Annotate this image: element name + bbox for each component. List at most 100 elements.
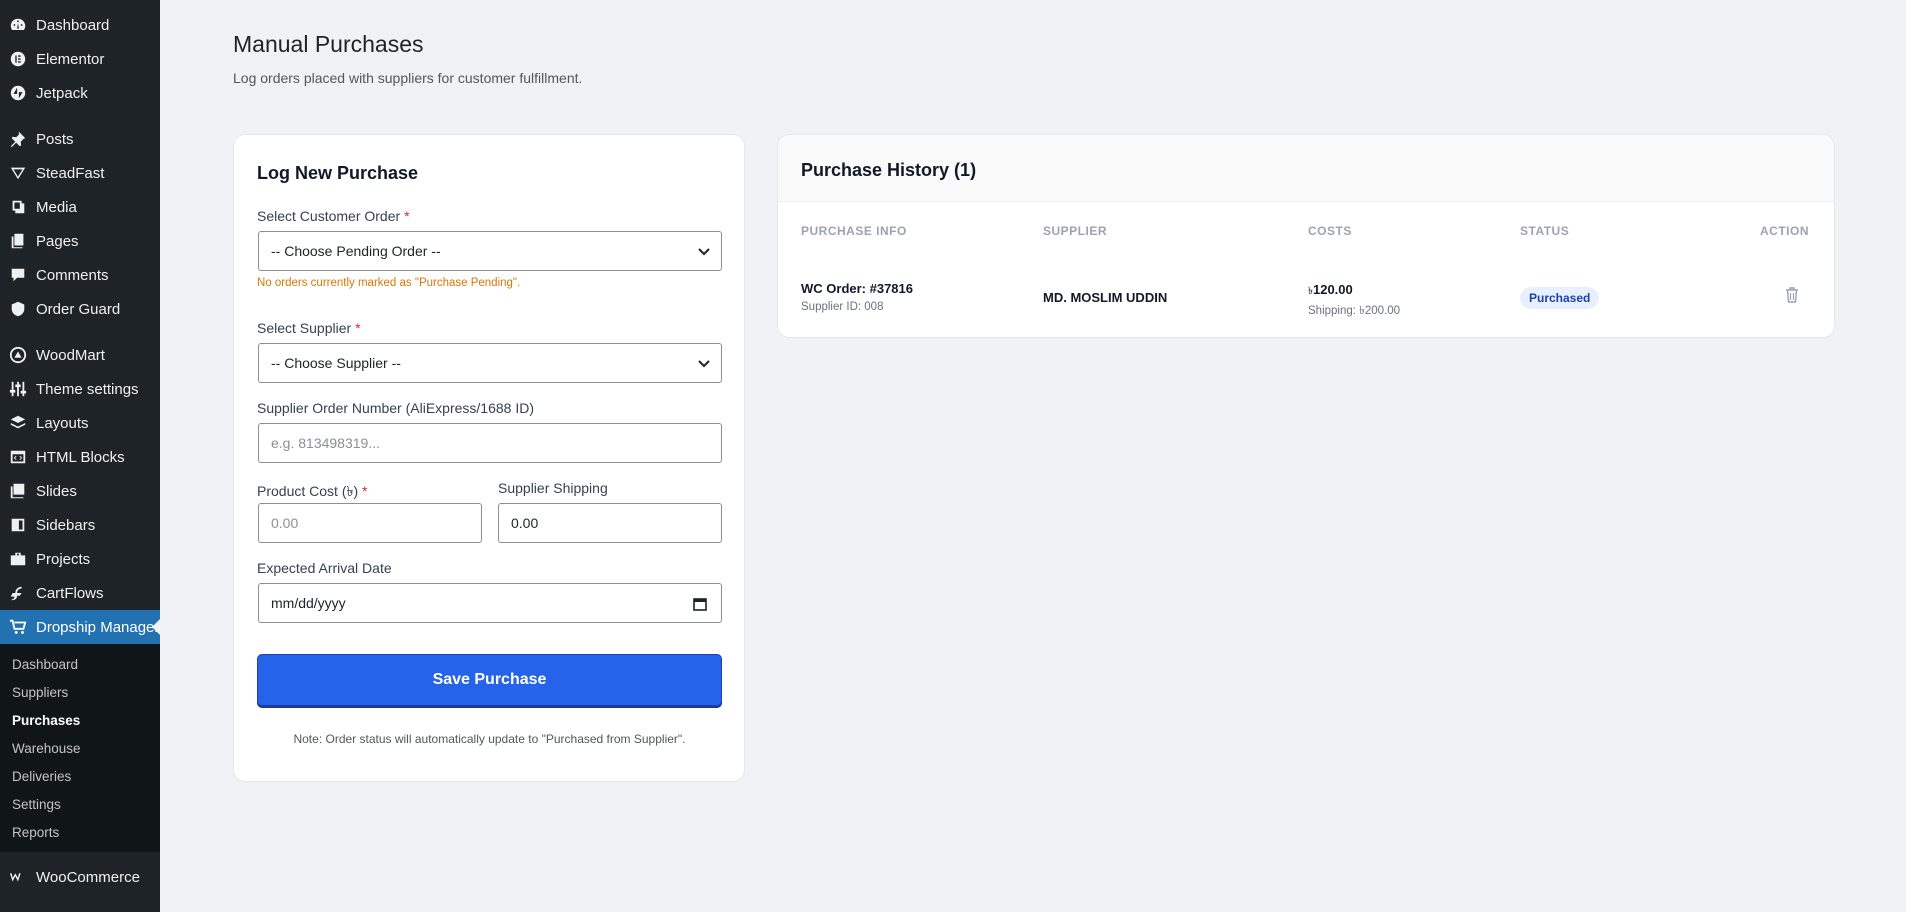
supplier-id: Supplier ID: 008	[801, 301, 884, 313]
menu-label: Elementor	[36, 50, 105, 68]
submenu-settings[interactable]: Settings	[0, 790, 160, 818]
arrival-date-input[interactable]: mm/dd/yyyy	[258, 583, 722, 623]
trash-icon[interactable]	[1783, 286, 1801, 304]
menu-label: Theme settings	[36, 380, 139, 398]
menu-label: Posts	[36, 130, 74, 148]
product-cost-placeholder: 0.00	[271, 515, 299, 531]
purchase-history-card: Purchase History (1) PURCHASE INFO SUPPL…	[777, 134, 1835, 338]
form-heading: Log New Purchase	[257, 163, 419, 183]
supplier-name: MD. MOSLIM UDDIN	[1043, 290, 1168, 305]
menu-label: Pages	[36, 232, 79, 250]
menu-comments[interactable]: Comments	[0, 258, 160, 292]
history-title: Purchase History (1)	[801, 160, 977, 180]
status-badge: Purchased	[1520, 287, 1600, 309]
shipping-label: Supplier Shipping	[498, 480, 608, 496]
media-icon	[8, 197, 28, 217]
submenu-reports[interactable]: Reports	[0, 818, 160, 846]
menu-label: Jetpack	[36, 84, 88, 102]
menu-steadfast[interactable]: SteadFast	[0, 156, 160, 190]
product-cost-label: Product Cost (৳) *	[257, 483, 368, 499]
order-number: WC Order: #37816	[801, 281, 913, 296]
form-note: Note: Order status will automatically up…	[293, 732, 686, 746]
menu-dropship-manager[interactable]: Dropship Manager	[0, 610, 160, 644]
chevron-down-icon	[698, 248, 710, 256]
woocommerce-icon	[8, 867, 28, 887]
woodmart-icon	[8, 345, 28, 365]
briefcase-icon	[8, 549, 28, 569]
product-cost-value: ৳120.00	[1308, 282, 1353, 297]
no-orders-warning: No orders currently marked as "Purchase …	[257, 277, 521, 289]
menu-label: Sidebars	[36, 516, 96, 534]
menu-label: CartFlows	[36, 584, 104, 602]
menu-label: Dashboard	[36, 16, 110, 34]
submenu-deliveries[interactable]: Deliveries	[0, 762, 160, 790]
log-purchase-card: Log New Purchase Select Customer Order *…	[233, 134, 745, 782]
menu-slides[interactable]: Slides	[0, 474, 160, 508]
customer-order-label: Select Customer Order *	[257, 208, 410, 224]
menu-projects[interactable]: Projects	[0, 542, 160, 576]
submenu-purchases[interactable]: Purchases	[0, 706, 160, 734]
jetpack-icon	[8, 83, 28, 103]
menu-cartflows[interactable]: CartFlows	[0, 576, 160, 610]
shipping-value: 0.00	[511, 515, 539, 531]
product-cost-input[interactable]: 0.00	[258, 503, 482, 543]
menu-label: Order Guard	[36, 300, 121, 318]
save-purchase-button[interactable]: Save Purchase	[257, 654, 722, 706]
menu-sidebars[interactable]: Sidebars	[0, 508, 160, 542]
admin-sidebar: Dashboard Elementor Jetpack Posts SteadF…	[0, 0, 160, 912]
menu-media[interactable]: Media	[0, 190, 160, 224]
page-title: Manual Purchases	[233, 31, 424, 57]
submenu-dashboard[interactable]: Dashboard	[0, 650, 160, 678]
menu-label: WooCommerce	[36, 868, 140, 886]
layers-icon	[8, 413, 28, 433]
steadfast-icon	[8, 163, 28, 183]
shipping-cost: Shipping: ৳200.00	[1308, 305, 1401, 317]
supplier-order-placeholder: e.g. 813498319...	[271, 435, 380, 451]
menu-label: Dropship Manager	[36, 618, 160, 636]
menu-html-blocks[interactable]: HTML Blocks	[0, 440, 160, 474]
menu-elementor[interactable]: Elementor	[0, 42, 160, 76]
arrival-date-value: mm/dd/yyyy	[271, 595, 346, 611]
menu-jetpack[interactable]: Jetpack	[0, 76, 160, 110]
elementor-icon	[8, 49, 28, 69]
menu-label: Media	[36, 198, 77, 216]
menu-posts[interactable]: Posts	[0, 122, 160, 156]
menu-theme-settings[interactable]: Theme settings	[0, 372, 160, 406]
pin-icon	[8, 129, 28, 149]
supplier-label: Select Supplier *	[257, 320, 361, 336]
cartflows-icon	[8, 583, 28, 603]
supplier-order-input[interactable]: e.g. 813498319...	[258, 423, 722, 463]
code-icon	[8, 447, 28, 467]
menu-woodmart[interactable]: WoodMart	[0, 338, 160, 372]
chevron-down-icon	[698, 360, 710, 368]
menu-dashboard[interactable]: Dashboard	[0, 8, 160, 42]
calendar-icon[interactable]	[693, 597, 707, 611]
submenu-suppliers[interactable]: Suppliers	[0, 678, 160, 706]
customer-order-select[interactable]: -- Choose Pending Order --	[258, 231, 722, 271]
menu-label: SteadFast	[36, 164, 105, 182]
menu-label: HTML Blocks	[36, 448, 125, 466]
menu-label: WoodMart	[36, 346, 105, 364]
supplier-select[interactable]: -- Choose Supplier --	[258, 343, 722, 383]
submenu-warehouse[interactable]: Warehouse	[0, 734, 160, 762]
col-status: STATUS	[1520, 224, 1570, 238]
menu-order-guard[interactable]: Order Guard	[0, 292, 160, 326]
pages-icon	[8, 231, 28, 251]
menu-layouts[interactable]: Layouts	[0, 406, 160, 440]
page-subtitle: Log orders placed with suppliers for cus…	[233, 70, 583, 86]
col-purchase-info: PURCHASE INFO	[801, 224, 907, 238]
arrival-date-label: Expected Arrival Date	[257, 560, 392, 576]
comment-icon	[8, 265, 28, 285]
sliders-icon	[8, 379, 28, 399]
dropship-submenu: Dashboard Suppliers Purchases Warehouse …	[0, 644, 160, 852]
shield-icon	[8, 299, 28, 319]
menu-pages[interactable]: Pages	[0, 224, 160, 258]
slides-icon	[8, 481, 28, 501]
menu-woocommerce[interactable]: WooCommerce	[0, 860, 160, 894]
menu-label: Layouts	[36, 414, 89, 432]
shipping-input[interactable]: 0.00	[498, 503, 722, 543]
dashboard-icon	[8, 15, 28, 35]
col-supplier: SUPPLIER	[1043, 224, 1108, 238]
customer-order-value: -- Choose Pending Order --	[271, 243, 441, 259]
menu-label: Slides	[36, 482, 77, 500]
